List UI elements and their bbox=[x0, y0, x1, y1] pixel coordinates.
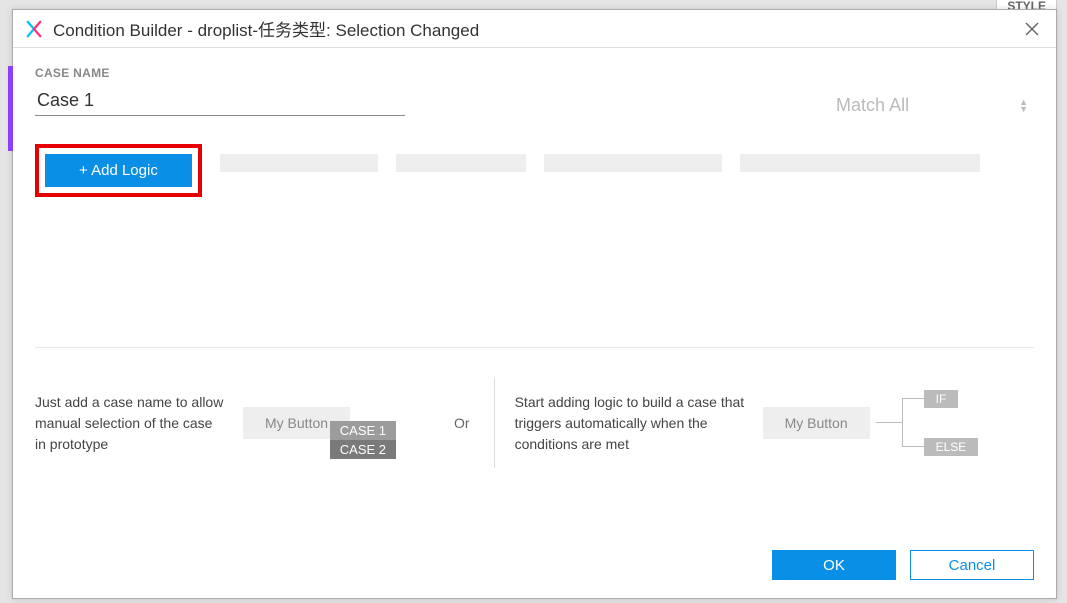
match-mode-value: Match All bbox=[836, 95, 909, 116]
logic-placeholder bbox=[544, 154, 722, 172]
dialog-footer: OK Cancel bbox=[13, 538, 1056, 598]
side-accent-bar bbox=[8, 66, 13, 151]
logic-placeholder bbox=[396, 154, 526, 172]
case-name-input[interactable] bbox=[35, 86, 405, 116]
case-badges: CASE 1 CASE 2 bbox=[330, 421, 396, 459]
case-section: CASE NAME Match All ▲▼ bbox=[13, 48, 1056, 124]
app-logo-icon bbox=[25, 20, 43, 38]
if-else-tree-illustration: IF ELSE bbox=[888, 388, 978, 458]
ok-button[interactable]: OK bbox=[772, 550, 896, 580]
dialog-title: Condition Builder - droplist-任务类型: Selec… bbox=[53, 16, 1018, 41]
close-button[interactable] bbox=[1018, 15, 1046, 43]
else-box: ELSE bbox=[924, 438, 979, 456]
match-mode-select[interactable]: Match All ▲▼ bbox=[836, 95, 1034, 116]
logic-placeholder bbox=[740, 154, 980, 172]
add-logic-highlight: + Add Logic bbox=[35, 144, 202, 197]
hint-left-text: Just add a case name to allow manual sel… bbox=[35, 392, 225, 455]
logic-row: + Add Logic bbox=[13, 124, 1056, 197]
cancel-button[interactable]: Cancel bbox=[910, 550, 1034, 580]
dialog-content: CASE NAME Match All ▲▼ + Add Logic bbox=[13, 48, 1056, 598]
stepper-icon: ▲▼ bbox=[1019, 99, 1028, 113]
if-box: IF bbox=[924, 390, 959, 408]
hint-right: Start adding logic to build a case that … bbox=[515, 388, 978, 458]
logic-placeholder bbox=[220, 154, 378, 172]
dialog-titlebar: Condition Builder - droplist-任务类型: Selec… bbox=[13, 10, 1056, 48]
hint-divider bbox=[494, 378, 495, 468]
hint-left-illustration: My Button CASE 1 CASE 2 bbox=[243, 407, 350, 439]
hint-area: Just add a case name to allow manual sel… bbox=[35, 347, 1034, 498]
add-logic-button[interactable]: + Add Logic bbox=[45, 154, 192, 187]
hint-right-text: Start adding logic to build a case that … bbox=[515, 392, 745, 455]
hint-right-illustration: My Button bbox=[763, 407, 870, 439]
hint-or-label: Or bbox=[454, 415, 470, 431]
condition-builder-dialog: Condition Builder - droplist-任务类型: Selec… bbox=[12, 9, 1057, 599]
case-badge-2: CASE 2 bbox=[330, 440, 396, 459]
case-badge-1: CASE 1 bbox=[330, 421, 396, 440]
hint-left: Just add a case name to allow manual sel… bbox=[35, 392, 350, 455]
case-name-label: CASE NAME bbox=[35, 66, 1034, 80]
